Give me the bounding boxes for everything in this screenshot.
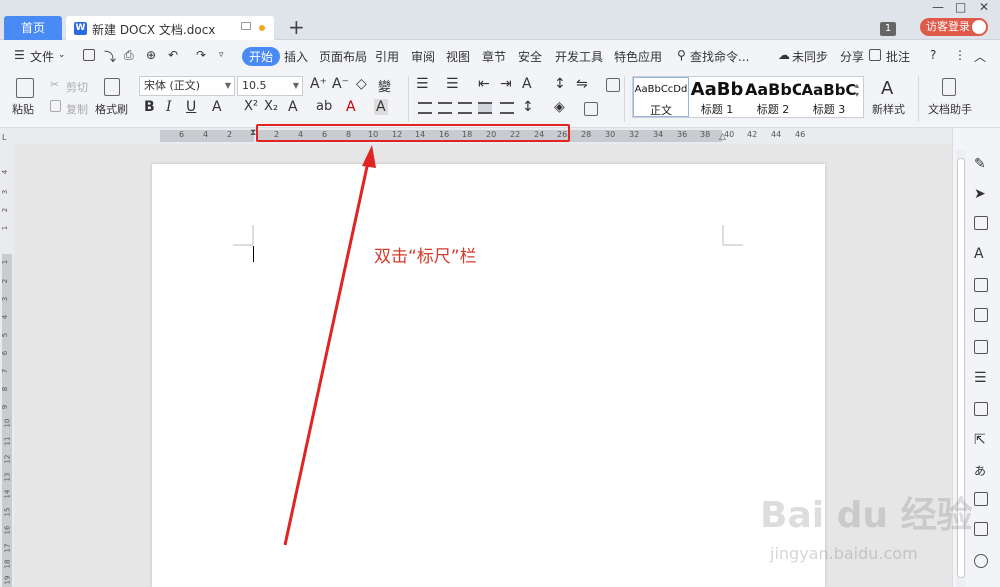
select-pointer-icon[interactable]: ➤ [974, 186, 988, 202]
image-icon[interactable] [974, 402, 988, 416]
translate-icon[interactable]: あ [974, 462, 988, 478]
apps-grid-icon[interactable] [974, 308, 988, 322]
picture-icon[interactable] [974, 522, 988, 536]
annotation-label: 双击“标尺”栏 [374, 247, 477, 267]
share-out-icon[interactable]: ⇱ [974, 432, 988, 448]
archive-icon[interactable] [974, 492, 988, 506]
text-cursor [253, 246, 254, 262]
annotation-arrow [283, 145, 376, 546]
margin-corner-marks [233, 225, 743, 246]
shape-icon[interactable] [974, 216, 988, 230]
settings-sliders-icon[interactable]: ☰ [974, 370, 988, 386]
chart-icon[interactable] [974, 340, 988, 354]
pen-icon[interactable]: ✎ [974, 156, 988, 172]
shield-icon[interactable] [974, 554, 988, 568]
table-icon[interactable] [974, 278, 988, 292]
baidu-watermark-url: jingyan.baidu.com [770, 544, 918, 563]
text-style-icon[interactable]: A [974, 246, 988, 262]
baidu-watermark: Bai du 经验 [760, 495, 973, 536]
